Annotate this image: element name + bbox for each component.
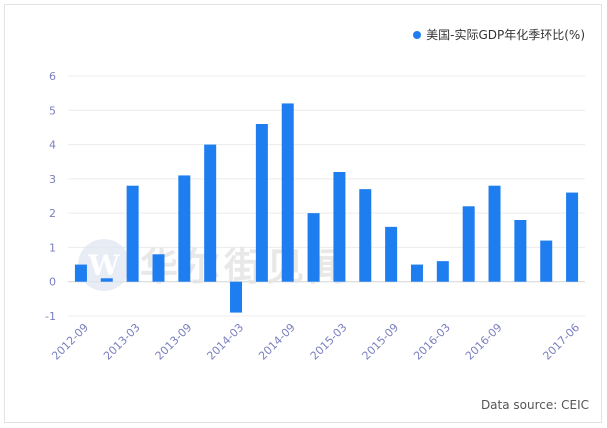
x-tick-label: 2012-09 xyxy=(49,321,91,363)
watermark-logo-glyph: W xyxy=(87,249,120,282)
legend-marker-icon xyxy=(413,30,422,39)
bar-2013-03[interactable] xyxy=(126,185,139,282)
bar-2016-03[interactable] xyxy=(436,261,449,282)
x-tick-label: 2013-03 xyxy=(101,321,143,363)
x-tick-label: 2014-09 xyxy=(256,321,298,363)
bar-2014-03[interactable] xyxy=(230,281,243,313)
bar-2014-06[interactable] xyxy=(255,124,268,282)
y-tick-label: 3 xyxy=(49,173,56,186)
x-tick-label: 2017-06 xyxy=(540,321,582,363)
x-tick-label: 2016-03 xyxy=(411,321,453,363)
bar-2017-06[interactable] xyxy=(566,192,579,282)
data-source: Data source: CEIC xyxy=(480,398,589,412)
bar-2013-12[interactable] xyxy=(204,144,217,282)
bar-2012-12[interactable] xyxy=(100,278,113,282)
bar-2014-12[interactable] xyxy=(307,213,320,282)
y-tick-label: 4 xyxy=(49,139,56,152)
bar-2012-09[interactable] xyxy=(74,264,87,282)
x-tick-label: 2015-03 xyxy=(308,321,350,363)
bar-2015-06[interactable] xyxy=(359,189,372,282)
y-tick-label: 1 xyxy=(49,241,56,254)
legend: 美国-实际GDP年化季环比(%) xyxy=(413,26,585,43)
y-axis: -1 0 1 2 3 4 5 6 xyxy=(45,70,56,323)
y-tick-label: 5 xyxy=(49,104,56,117)
x-tick-label: 2016-09 xyxy=(463,321,505,363)
bar-2013-06[interactable] xyxy=(152,254,165,282)
bar-2015-09[interactable] xyxy=(385,226,398,282)
bar-2015-03[interactable] xyxy=(333,172,346,282)
y-tick-label: 2 xyxy=(49,207,56,220)
x-tick-label: 2013-09 xyxy=(153,321,195,363)
bar-2014-09[interactable] xyxy=(281,103,294,282)
bar-2017-03[interactable] xyxy=(540,240,553,282)
bar-2015-12[interactable] xyxy=(410,264,423,282)
bar-2016-06[interactable] xyxy=(462,206,475,282)
bar-2016-09[interactable] xyxy=(488,185,501,282)
bar-2013-09[interactable] xyxy=(178,175,191,282)
x-axis: 2012-09 2013-03 2013-09 2014-03 2014-09 2015-… xyxy=(49,321,582,363)
bar-2016-12[interactable] xyxy=(514,220,527,282)
x-tick-label: 2015-09 xyxy=(360,321,402,363)
x-tick-label: 2014-03 xyxy=(204,321,246,363)
y-tick-label: -1 xyxy=(45,310,56,323)
legend-label: 美国-实际GDP年化季环比(%) xyxy=(426,28,585,42)
y-tick-label: 0 xyxy=(49,276,56,289)
y-tick-label: 6 xyxy=(49,70,56,83)
bar-chart: W 华尔街见闻 -10123456 2012-09 2013-03 2013-09 2… xyxy=(45,70,585,363)
